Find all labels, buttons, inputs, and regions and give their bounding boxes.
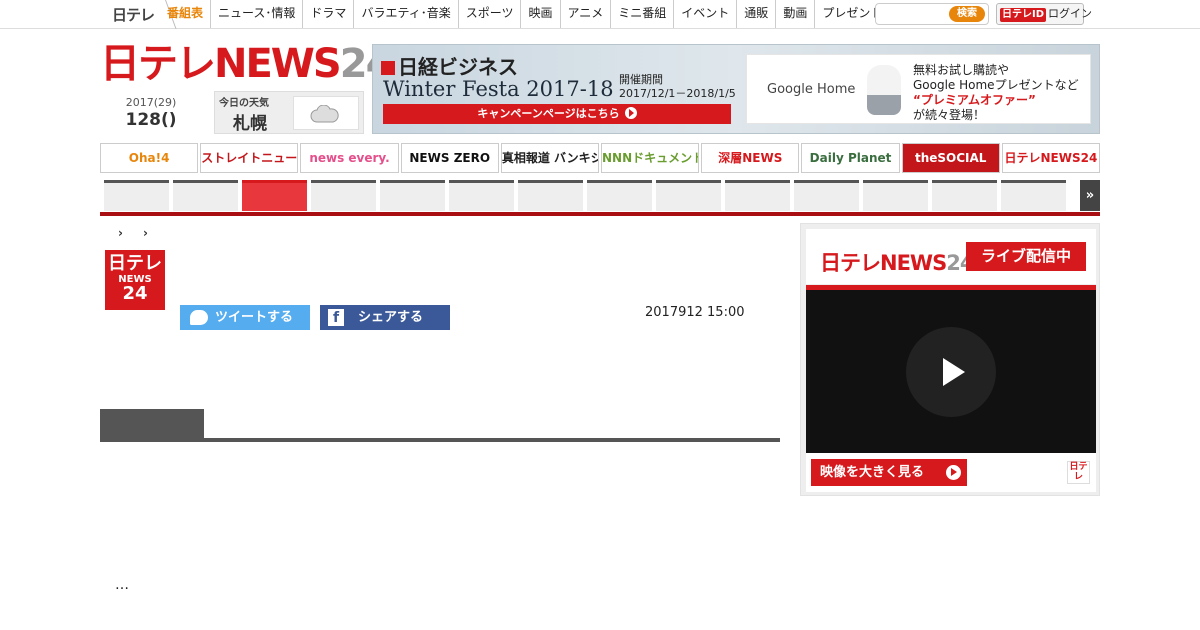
ad-google-home-panel: Google Home 無料お試し購読や Google Homeプレゼントなど … [746, 54, 1091, 124]
live-header: 日テレNEWS24 ライブ配信中 [806, 229, 1096, 284]
cloud-icon [310, 105, 339, 123]
site-search: 検索 [875, 3, 989, 25]
program-bankisha[interactable]: 真相報道 バンキシャ! [500, 143, 600, 173]
nav-item-variety[interactable]: バラエティ･音楽 [354, 0, 459, 28]
ntv-id-logo: 日テレID [1000, 8, 1047, 22]
twitter-bird-icon [190, 310, 208, 325]
program-news-every[interactable]: news every. [300, 143, 399, 173]
breadcrumb-chevron-icon: › [142, 226, 148, 240]
search-button[interactable]: 検索 [949, 6, 985, 22]
weather-widget[interactable]: 今日の天気 札幌 [214, 91, 364, 134]
login-button[interactable]: 日テレID ログイン [996, 3, 1092, 25]
category-tab[interactable] [449, 180, 514, 211]
program-links: Oha!4 ストレイトニュース news every. NEWS ZERO 真相… [100, 143, 1101, 173]
category-tabs: » [100, 179, 1100, 213]
weather-label: 今日の天気 [219, 98, 269, 109]
play-icon[interactable] [906, 327, 996, 417]
nav-item-news[interactable]: ニュース･情報 [211, 0, 304, 28]
category-tab[interactable] [725, 180, 790, 211]
video-player[interactable] [806, 290, 1096, 453]
ad-cta-button[interactable]: キャンペーンページはこちら [383, 104, 731, 124]
breadcrumb-chevron-icon: › [118, 226, 123, 240]
ad-brand: 日経ビジネス [381, 51, 518, 80]
category-tab[interactable] [656, 180, 721, 211]
live-stream-panel: 日テレNEWS24 ライブ配信中 映像を大きく見る 日テレ [800, 223, 1100, 496]
section-heading-tab [100, 409, 204, 439]
global-nav: 番組表 ニュース･情報 ドラマ バラエティ･音楽 スポーツ 映画 アニメ ミニ番… [160, 0, 889, 28]
live-footer: 映像を大きく見る 日テレ [806, 453, 1096, 492]
nav-item-drama[interactable]: ドラマ [303, 0, 355, 28]
global-header: 日テレ 番組表 ニュース･情報 ドラマ バラエティ･音楽 スポーツ 映画 アニメ… [0, 0, 1200, 29]
live-news24-logo: 日テレNEWS24 [820, 251, 974, 275]
nav-item-event[interactable]: イベント [674, 0, 738, 28]
category-tab[interactable] [794, 180, 859, 211]
smart-speaker-icon [867, 65, 901, 115]
article-date: 2017912 15:00 [645, 305, 745, 320]
program-news24[interactable]: 日テレNEWS24 [1001, 143, 1101, 173]
category-tab[interactable] [173, 180, 238, 211]
section-divider [100, 438, 780, 442]
ntv-small-logo: 日テレ [1067, 461, 1090, 484]
loading-ellipsis: … [115, 577, 129, 593]
facebook-share-button[interactable]: f シェアする [320, 305, 450, 330]
play-circle-icon [624, 107, 637, 119]
ad-brand-mark-icon [381, 61, 395, 75]
program-shinso-news[interactable]: 深層NEWS [701, 143, 800, 173]
date-today: 128() [125, 110, 177, 130]
tweet-button[interactable]: ツイートする [180, 305, 310, 330]
category-tab-active[interactable] [242, 180, 307, 211]
nav-item-sports[interactable]: スポーツ [459, 0, 522, 28]
category-tab[interactable] [311, 180, 376, 211]
live-badge: ライブ配信中 [966, 242, 1086, 271]
ad-banner[interactable]: 日経ビジネス Winter Festa 2017-18 開催期間 2017/12/… [372, 44, 1100, 134]
category-tab[interactable] [380, 180, 445, 211]
news24-stamp-logo: 日テレ NEWS 24 [105, 250, 165, 310]
program-news-zero[interactable]: NEWS ZERO [400, 143, 499, 173]
ad-title: Winter Festa 2017-18 [383, 77, 614, 101]
nav-item-shopping[interactable]: 通販 [737, 0, 777, 28]
category-tab[interactable] [587, 180, 652, 211]
program-oha4[interactable]: Oha!4 [100, 143, 199, 173]
nav-item-video[interactable]: 動画 [776, 0, 816, 28]
double-chevron-right-icon[interactable]: » [1080, 180, 1100, 211]
nav-item-movie[interactable]: 映画 [521, 0, 561, 28]
ad-period: 開催期間 2017/12/1－2018/1/5 [619, 73, 736, 100]
ad-product-label: Google Home [767, 82, 856, 97]
category-tab[interactable] [518, 180, 583, 211]
ad-copy: 無料お試し購読や Google Homeプレゼントなど “プレミアムオファー” … [913, 63, 1079, 122]
program-the-social[interactable]: theSOCIAL [901, 143, 1000, 173]
news24-logo[interactable]: 日テレNEWS24 [100, 42, 393, 86]
date-year: 2017(29) [125, 96, 177, 109]
ntv-home-logo[interactable]: 日テレ [112, 0, 177, 29]
play-circle-icon [946, 465, 961, 480]
program-nnn-document[interactable]: NNNドキュメント [601, 143, 700, 173]
search-input[interactable] [880, 7, 948, 21]
weather-icon-box [293, 96, 359, 130]
category-tab[interactable] [104, 180, 169, 211]
nav-item-schedule[interactable]: 番組表 [160, 0, 212, 28]
watch-large-button[interactable]: 映像を大きく見る [811, 459, 967, 486]
nav-item-anime[interactable]: アニメ [561, 0, 612, 28]
program-daily-planet[interactable]: Daily Planet [801, 143, 900, 173]
breadcrumb: › › [118, 226, 168, 240]
category-tab[interactable] [863, 180, 928, 211]
category-tab[interactable] [932, 180, 997, 211]
header-divider [100, 212, 1100, 216]
weather-city: 札幌 [233, 114, 267, 134]
category-tab[interactable] [1001, 180, 1066, 211]
facebook-icon: f [328, 309, 344, 326]
program-straight-news[interactable]: ストレイトニュース [200, 143, 299, 173]
login-label: ログイン [1048, 7, 1093, 20]
nav-item-mini[interactable]: ミニ番組 [611, 0, 675, 28]
